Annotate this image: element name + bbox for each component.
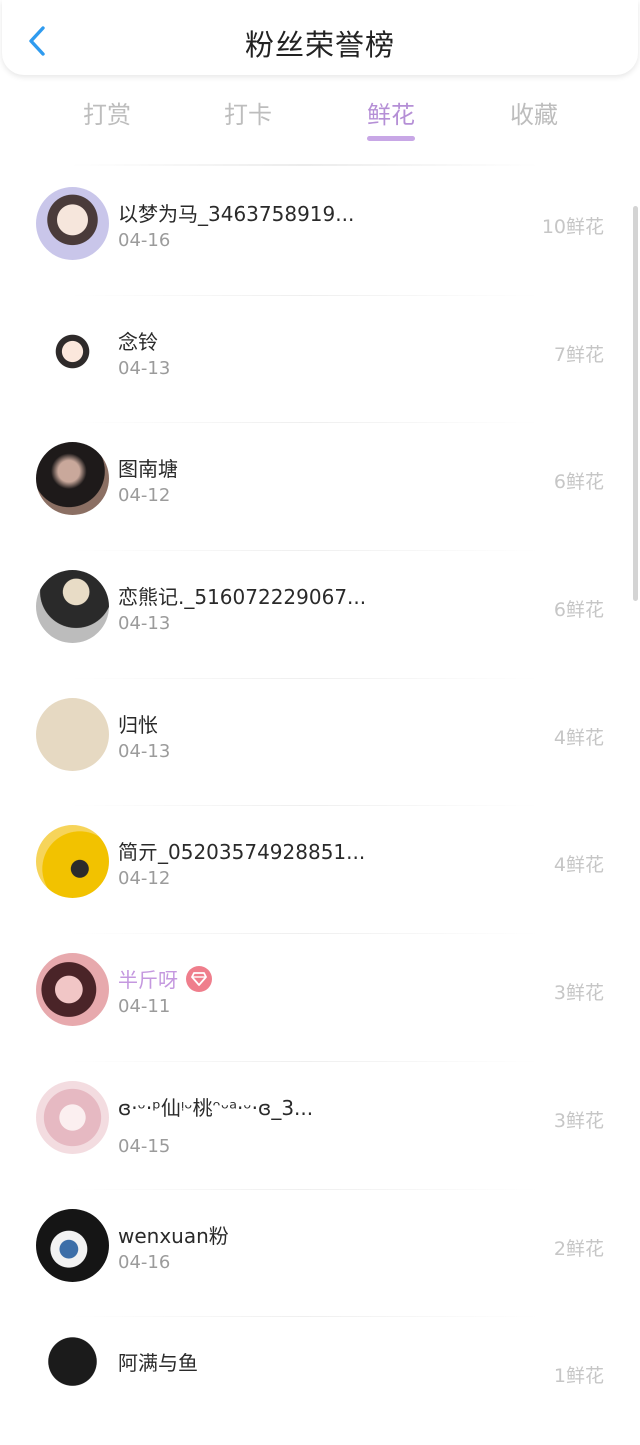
fan-name: 以梦为马_3463758919... bbox=[118, 202, 355, 226]
list-item[interactable]: 阿满与鱼 1鲜花 bbox=[0, 1317, 640, 1445]
flower-count: 1鲜花 bbox=[553, 1365, 604, 1388]
fan-name: wenxuan粉 bbox=[118, 1223, 229, 1248]
avatar bbox=[36, 187, 109, 260]
vip-gem-icon bbox=[186, 965, 212, 992]
tab-checkin[interactable]: 打卡 bbox=[198, 95, 298, 130]
avatar bbox=[36, 570, 109, 644]
fan-date: 04-12 bbox=[118, 485, 171, 507]
list-item[interactable]: 恋熊记._516072229067... 04-13 6鲜花 bbox=[0, 551, 640, 679]
fan-date: 04-16 bbox=[118, 1251, 171, 1273]
avatar bbox=[36, 825, 109, 899]
list-item[interactable]: 简亓_05203574928851... 04-12 4鲜花 bbox=[0, 806, 640, 935]
fan-date: 04-13 bbox=[118, 613, 171, 635]
avatar bbox=[36, 314, 109, 388]
avatar bbox=[36, 697, 109, 771]
fan-name: 半斤呀 bbox=[118, 964, 212, 993]
tab-flowers[interactable]: 鲜花 bbox=[341, 95, 441, 141]
avatar bbox=[36, 442, 109, 516]
page-title: 粉丝荣誉榜 bbox=[244, 28, 395, 62]
fan-name: 简亓_05203574928851... bbox=[118, 840, 366, 865]
flower-count: 6鲜花 bbox=[553, 599, 604, 622]
fan-date: 04-13 bbox=[118, 357, 171, 379]
list-item[interactable]: 念铃 04-13 7鲜花 bbox=[0, 296, 640, 424]
list-item[interactable]: 图南塘 04-12 6鲜花 bbox=[0, 423, 640, 552]
list-item[interactable]: ɞ·ᵕ·ᵖ仙ᵎᵕ桃ᵔᵕᵃ·ᵕ·ɞ_3... 04-15 3鲜花 bbox=[0, 1062, 640, 1190]
fan-list: 以梦为马_3463758919... 04-16 10鲜花 念铃 04-13 7… bbox=[0, 168, 640, 1445]
flower-count: 10鲜花 bbox=[541, 216, 604, 238]
fan-name: 归怅 bbox=[118, 712, 158, 737]
tab-label: 打赏 bbox=[83, 101, 131, 129]
fan-name: 阿满与鱼 bbox=[118, 1351, 198, 1376]
flower-count: 3鲜花 bbox=[553, 982, 604, 1005]
flower-count: 4鲜花 bbox=[553, 726, 604, 749]
avatar bbox=[36, 953, 109, 1027]
fan-name: 图南塘 bbox=[118, 457, 178, 482]
tab-label: 打卡 bbox=[224, 101, 272, 129]
tab-bar: 打赏 打卡 鲜花 收藏 bbox=[0, 90, 640, 150]
avatar bbox=[36, 1208, 109, 1282]
flower-count: 3鲜花 bbox=[553, 1109, 604, 1132]
flower-count: 4鲜花 bbox=[553, 854, 604, 877]
scrollbar[interactable] bbox=[633, 206, 638, 601]
flower-count: 7鲜花 bbox=[553, 343, 604, 366]
flower-count: 2鲜花 bbox=[553, 1237, 604, 1260]
fan-name: 恋熊记._516072229067... bbox=[118, 585, 367, 610]
fan-date: 04-13 bbox=[118, 740, 171, 762]
list-item[interactable]: 以梦为马_3463758919... 04-16 10鲜花 bbox=[0, 168, 640, 296]
avatar bbox=[36, 1080, 109, 1154]
fan-name: 念铃 bbox=[118, 329, 158, 354]
fan-date: 04-12 bbox=[118, 868, 171, 890]
fan-date: 04-16 bbox=[118, 230, 171, 251]
list-item[interactable]: 归怅 04-13 4鲜花 bbox=[0, 679, 640, 807]
fan-date: 04-11 bbox=[118, 996, 171, 1018]
list-item[interactable]: 半斤呀 04-11 3鲜花 bbox=[0, 934, 640, 1062]
tab-indicator bbox=[367, 136, 415, 141]
list-item[interactable]: wenxuan粉 04-16 2鲜花 bbox=[0, 1190, 640, 1318]
tab-label: 收藏 bbox=[510, 101, 558, 129]
divider bbox=[70, 164, 540, 166]
tab-collect[interactable]: 收藏 bbox=[484, 95, 584, 130]
tab-reward[interactable]: 打赏 bbox=[57, 95, 157, 130]
tab-label: 鲜花 bbox=[367, 101, 415, 129]
fan-date: 04-15 bbox=[118, 1135, 171, 1157]
flower-count: 6鲜花 bbox=[553, 471, 604, 494]
fan-name: ɞ·ᵕ·ᵖ仙ᵎᵕ桃ᵔᵕᵃ·ᵕ·ɞ_3... bbox=[118, 1095, 314, 1120]
top-bar: 粉丝荣誉榜 bbox=[2, 0, 638, 75]
